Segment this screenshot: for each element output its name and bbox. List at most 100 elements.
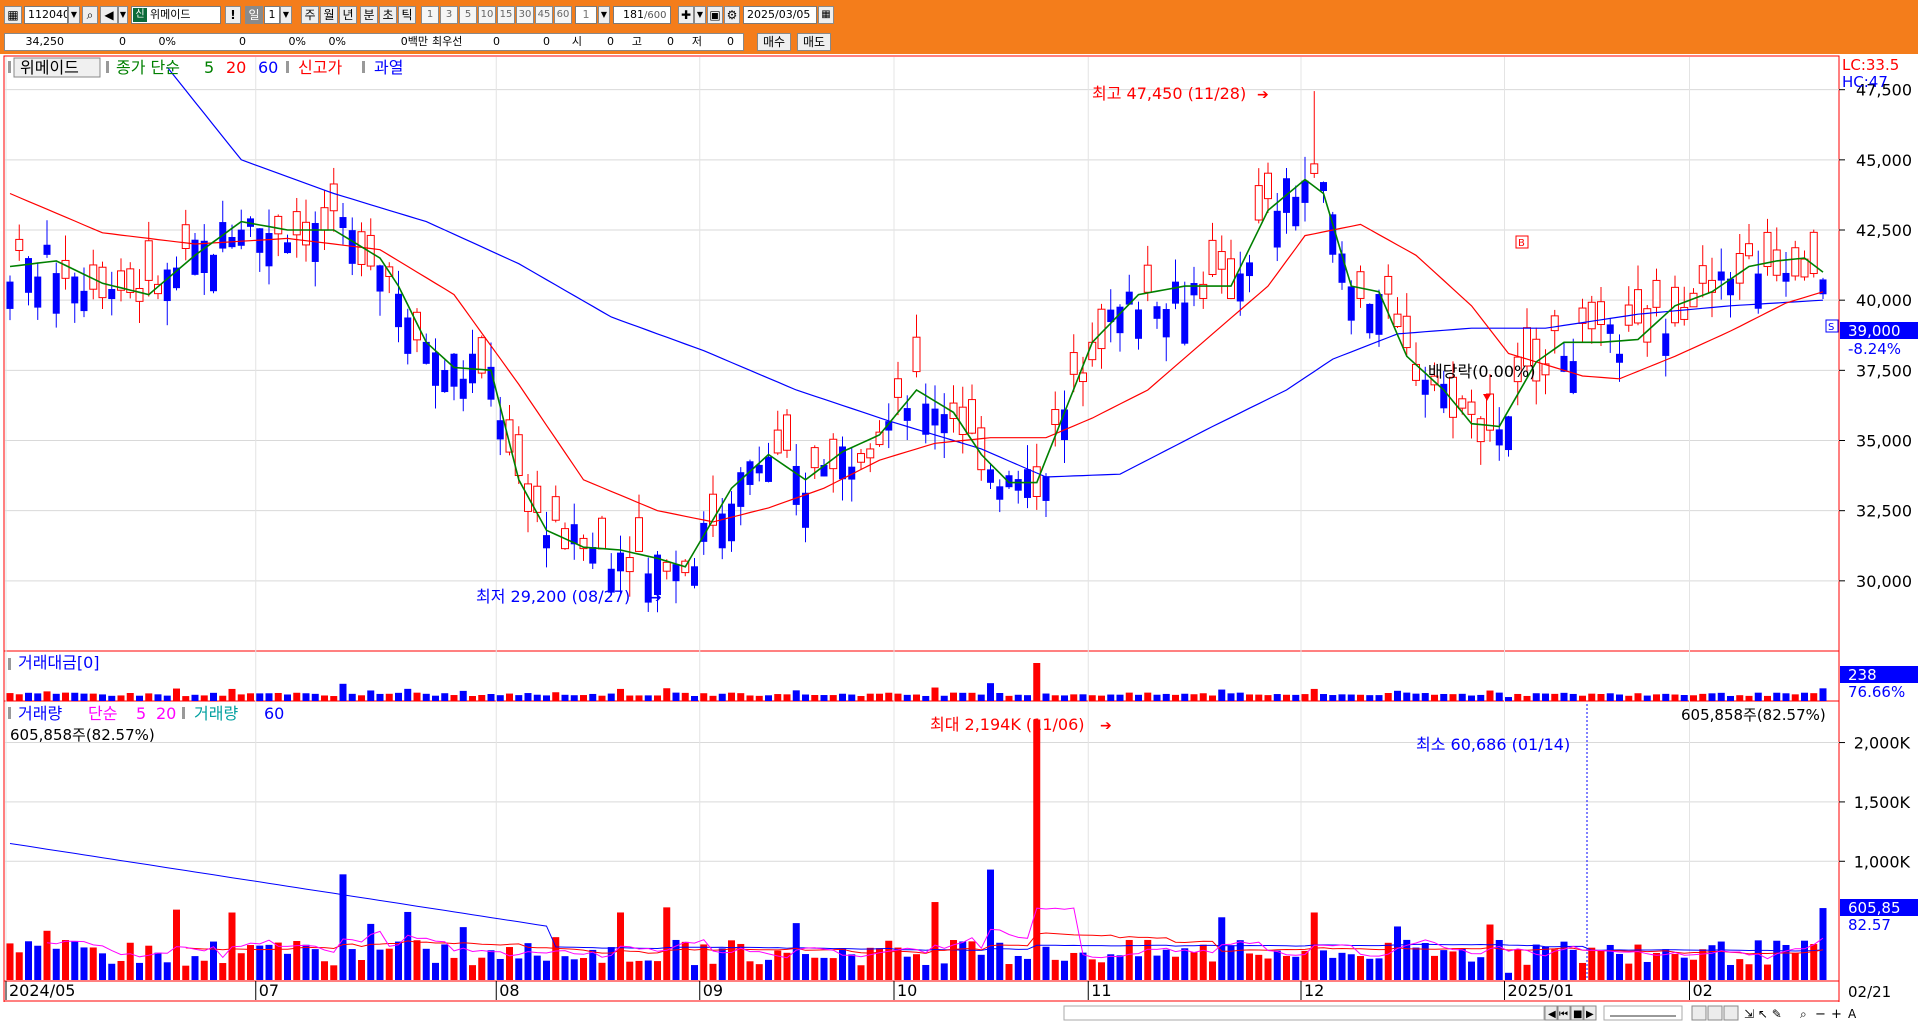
amount-bar [1486, 690, 1494, 701]
candle-body-down [1292, 196, 1300, 227]
minute-5-button[interactable]: 5 [459, 6, 477, 24]
amount-bar [1033, 663, 1041, 701]
crosshair-icon[interactable]: ✚ [678, 6, 694, 24]
period-week-button[interactable]: 주 [301, 6, 319, 24]
high-annotation: 최고 47,450 (11/28) [1092, 84, 1246, 103]
layout-button[interactable] [1691, 1005, 1707, 1021]
amount-bar [293, 692, 301, 701]
amount-bar [1255, 694, 1263, 701]
amount-badge-label: 238 [1848, 666, 1877, 684]
minute-15-button[interactable]: 15 [497, 6, 515, 24]
volume-bar [1116, 955, 1124, 980]
minute-1-button[interactable]: 1 [421, 6, 439, 24]
volume-bar [89, 947, 97, 980]
candle-body-up [829, 438, 838, 470]
amount-bar [1680, 695, 1688, 701]
candle-body-up [1097, 308, 1106, 350]
credit-badge: 신 [133, 8, 147, 22]
stock-name-field[interactable]: 신 위메이드 [131, 6, 221, 24]
volume-bar [552, 937, 560, 980]
zoom-in-icon[interactable]: + [1831, 1007, 1842, 1022]
candle-body-down [1042, 476, 1050, 501]
volume-legend-p2[interactable]: 20 [156, 704, 176, 723]
legend-handle[interactable] [8, 61, 11, 73]
scroll-track[interactable] [1063, 1005, 1545, 1021]
minute-60-button[interactable]: 60 [554, 6, 572, 24]
custom-minute-dropdown-icon[interactable]: ▼ [598, 6, 610, 24]
candle-body-up [810, 447, 819, 469]
amount-bar [1606, 693, 1614, 701]
drawing-tools-icon[interactable]: ⇲ ↖ ✎ [1744, 1007, 1782, 1021]
amount-bar [1690, 695, 1697, 701]
minute-3-button[interactable]: 3 [440, 6, 458, 24]
date-input[interactable]: 2025/03/05 [743, 6, 817, 24]
zoom-slider[interactable] [1603, 1005, 1683, 1021]
amount-bar [1773, 692, 1781, 701]
period-tick-button[interactable]: 틱 [398, 6, 416, 24]
minute-45-button[interactable]: 45 [535, 6, 553, 24]
period-year-button[interactable]: 년 [339, 6, 357, 24]
period-multiplier[interactable]: 1 [264, 6, 280, 24]
legend-ma20[interactable]: 20 [226, 58, 246, 77]
minute-10-button[interactable]: 10 [478, 6, 496, 24]
period-minute-button[interactable]: 분 [360, 6, 378, 24]
multiplier-dropdown-icon[interactable]: ▼ [280, 6, 292, 24]
volume-legend-p3[interactable]: 60 [264, 704, 284, 723]
save-icon[interactable]: ▣ [707, 6, 723, 24]
candle-body-down [903, 408, 911, 421]
alert-button[interactable]: ! [225, 6, 241, 24]
volume-legend-label[interactable]: 거래량 [18, 704, 62, 723]
layout-button-2[interactable] [1707, 1005, 1723, 1021]
volume-bar [108, 963, 116, 980]
volume-bar [1264, 958, 1272, 980]
period-second-button[interactable]: 초 [379, 6, 397, 24]
sell-button[interactable]: 매도 [797, 33, 831, 51]
amount-bar [533, 694, 541, 701]
layout-button-3[interactable] [1723, 1005, 1739, 1021]
volume-legend-label2[interactable]: 거래량 [194, 704, 238, 723]
volume-legend-p1[interactable]: 5 [136, 704, 146, 723]
legend-ma5[interactable]: 5 [204, 58, 214, 77]
scroll-right-icon: ▶ [1586, 1009, 1594, 1020]
legend-handle[interactable] [8, 658, 11, 670]
custom-minute-input[interactable]: 1 [575, 6, 597, 24]
candle-body-down [1181, 302, 1189, 344]
volume-bar [968, 941, 976, 980]
zoom-out-icon[interactable]: − [1815, 1007, 1826, 1022]
legend-handle[interactable] [8, 707, 11, 719]
volume-bar [6, 943, 14, 980]
gear-icon[interactable]: ⚙ [724, 6, 740, 24]
legend-ma60[interactable]: 60 [258, 58, 278, 77]
legend-ma-label[interactable]: 종가 단순 [116, 58, 180, 77]
history-dropdown-icon[interactable]: ▼ [118, 6, 128, 24]
volume-bar [469, 965, 476, 980]
calendar-icon[interactable]: ▦ [818, 6, 834, 24]
volume-bar [1449, 951, 1457, 980]
volume-legend-ma[interactable]: 단순 [88, 704, 117, 723]
settings-a-icon[interactable]: A [1848, 1007, 1857, 1021]
period-day-button[interactable]: 일 [245, 6, 263, 24]
speaker-icon[interactable]: ◀ [100, 6, 118, 24]
candle-body-down [450, 353, 458, 387]
volume-bar [330, 965, 338, 980]
tools-dropdown-icon[interactable]: ▼ [694, 6, 706, 24]
volume-bar [1745, 964, 1753, 980]
search-icon[interactable]: ⌕ [82, 6, 98, 24]
grid-icon[interactable]: ▦ [4, 6, 22, 24]
stock-code-input[interactable]: 112040 [24, 6, 68, 24]
legend-overheat[interactable]: 과열 [374, 58, 403, 77]
period-month-button[interactable]: 월 [320, 6, 338, 24]
legend-high52[interactable]: 신고가 [298, 58, 342, 77]
data-count-field[interactable]: 181/600 [613, 6, 671, 24]
buy-button[interactable]: 매수 [757, 33, 791, 51]
candle-body-down [1246, 262, 1253, 277]
x-tick-label: 09 [703, 981, 723, 1000]
volume-bar [561, 956, 569, 980]
stock-chart[interactable]: 30,000 32,500 35,000 37,500 40,000 42,500 45,0… [0, 54, 1918, 1026]
code-dropdown-icon[interactable]: ▼ [68, 6, 80, 24]
candle-body-down [1569, 361, 1577, 393]
volume-bar [1005, 964, 1013, 980]
candle-body-up [1143, 264, 1152, 293]
zoom-icon[interactable]: ⌕ [1800, 1007, 1807, 1021]
minute-30-button[interactable]: 30 [516, 6, 534, 24]
